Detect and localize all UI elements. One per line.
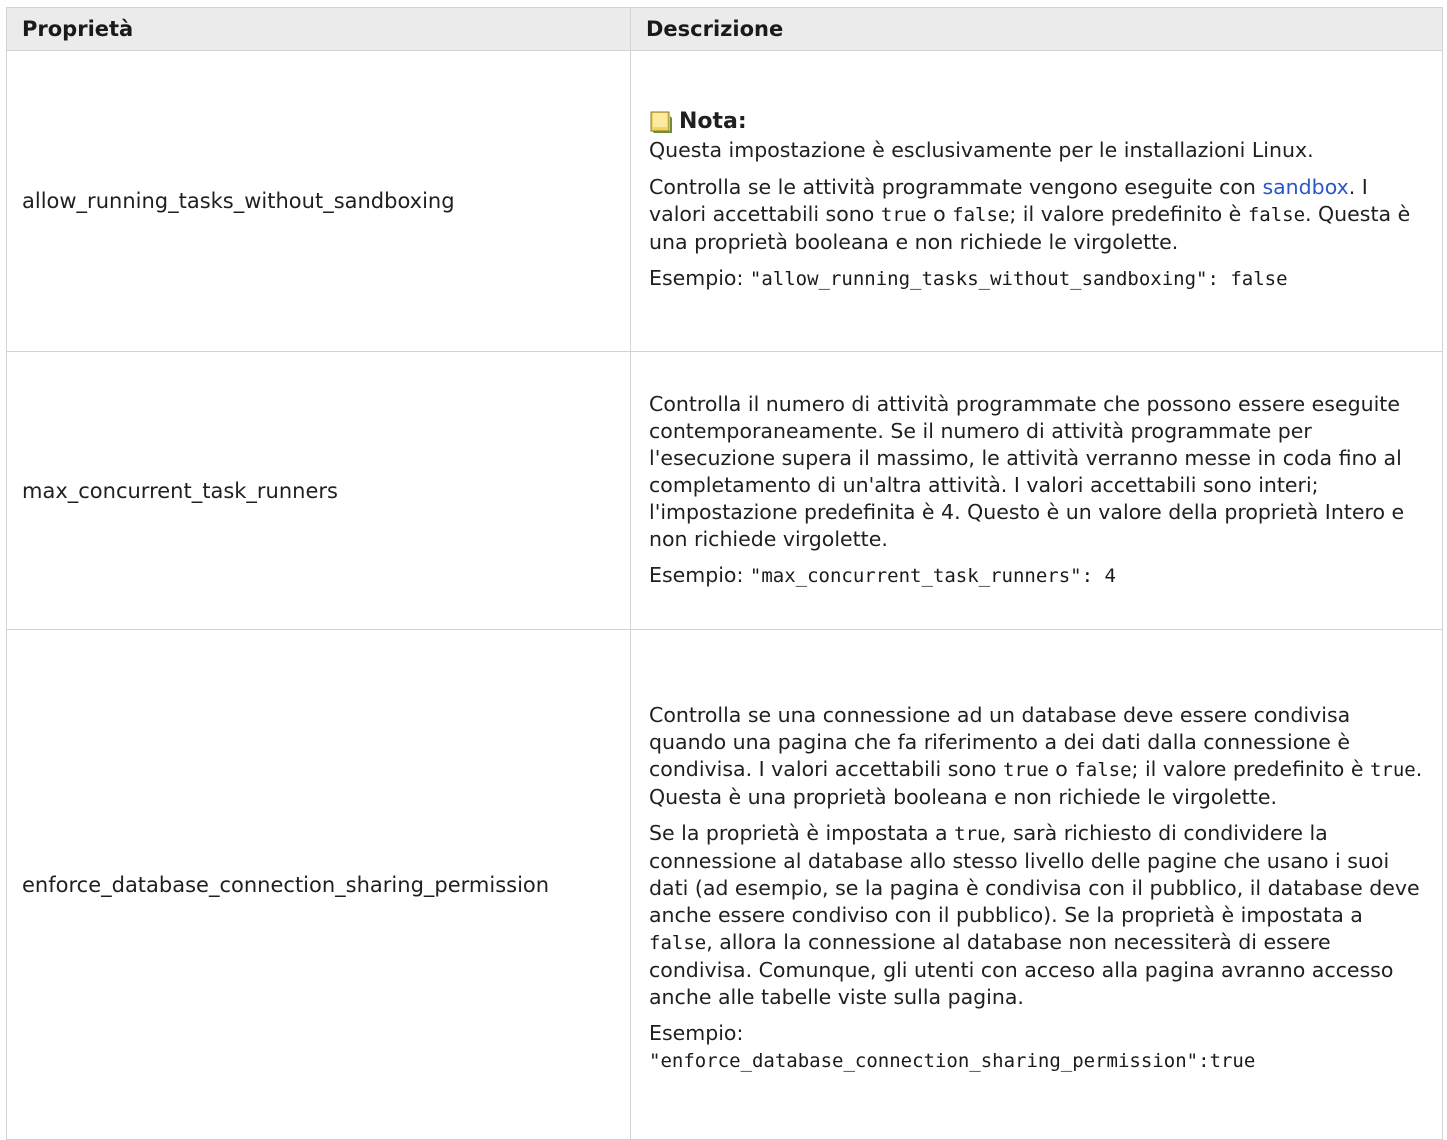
example-code: "enforce_database_connection_sharing_per… — [649, 1050, 1256, 1072]
code-value: true — [880, 204, 927, 226]
example-paragraph: Esempio: "max_concurrent_task_runners": … — [649, 562, 1430, 590]
text-segment: ; il valore predefinito è — [1009, 202, 1248, 226]
text-segment: o — [1048, 757, 1075, 781]
example-label: Esempio: — [649, 563, 750, 587]
table-row: max_concurrent_task_runners Controlla il… — [6, 351, 1443, 630]
property-name: allow_running_tasks_without_sandboxing — [6, 50, 631, 352]
example-code: "allow_running_tasks_without_sandboxing"… — [749, 268, 1288, 290]
text-segment: Se la proprietà è impostata a — [649, 821, 955, 845]
code-value: true — [954, 823, 1000, 845]
example-paragraph: Esempio: "allow_running_tasks_without_sa… — [649, 265, 1430, 293]
example-label: Esempio: — [649, 1021, 744, 1045]
description-paragraph: Se la proprietà è impostata a true, sarà… — [649, 820, 1430, 1011]
header-description: Descrizione — [630, 7, 1443, 51]
table-row: allow_running_tasks_without_sandboxing N… — [6, 50, 1443, 352]
text-segment: Controlla se le attività programmate ven… — [649, 175, 1263, 199]
table-header-row: Proprietà Descrizione — [6, 7, 1443, 51]
note-icon — [649, 110, 673, 134]
example-paragraph: Esempio: "enforce_database_connection_sha… — [649, 1020, 1430, 1075]
text-segment: ; il valore predefinito è — [1131, 757, 1370, 781]
property-description: Controlla se una connessione ad un datab… — [630, 629, 1443, 1140]
property-name: enforce_database_connection_sharing_perm… — [6, 629, 631, 1140]
note-text: Questa impostazione è esclusivamente per… — [649, 138, 1314, 162]
text-segment: , allora la connessione al database non … — [649, 930, 1394, 1009]
header-property: Proprietà — [6, 7, 631, 51]
property-description: Nota: Questa impostazione è esclusivamen… — [630, 50, 1443, 352]
code-value: false — [1247, 204, 1306, 226]
example-code: "max_concurrent_task_runners": 4 — [749, 565, 1116, 587]
text-segment: o — [926, 202, 953, 226]
code-value: false — [952, 204, 1010, 226]
note-heading: Nota: — [649, 109, 1430, 135]
sandbox-link[interactable]: sandbox — [1262, 175, 1348, 199]
example-label: Esempio: — [649, 266, 750, 290]
properties-table: Proprietà Descrizione allow_running_task… — [6, 7, 1443, 1140]
note-label: Nota: — [679, 109, 747, 134]
property-description: Controlla il numero di attività programm… — [630, 351, 1443, 630]
table-row: enforce_database_connection_sharing_perm… — [6, 629, 1443, 1140]
code-value: false — [1074, 759, 1132, 781]
code-value: true — [1003, 759, 1049, 781]
code-value: false — [649, 932, 707, 954]
code-value: true — [1369, 759, 1416, 781]
description-paragraph: Controlla il numero di attività programm… — [649, 392, 1405, 551]
description-paragraph: Controlla se le attività programmate ven… — [649, 174, 1430, 256]
description-paragraph: Controlla se una connessione ad un datab… — [649, 702, 1430, 811]
property-name: max_concurrent_task_runners — [6, 351, 631, 630]
